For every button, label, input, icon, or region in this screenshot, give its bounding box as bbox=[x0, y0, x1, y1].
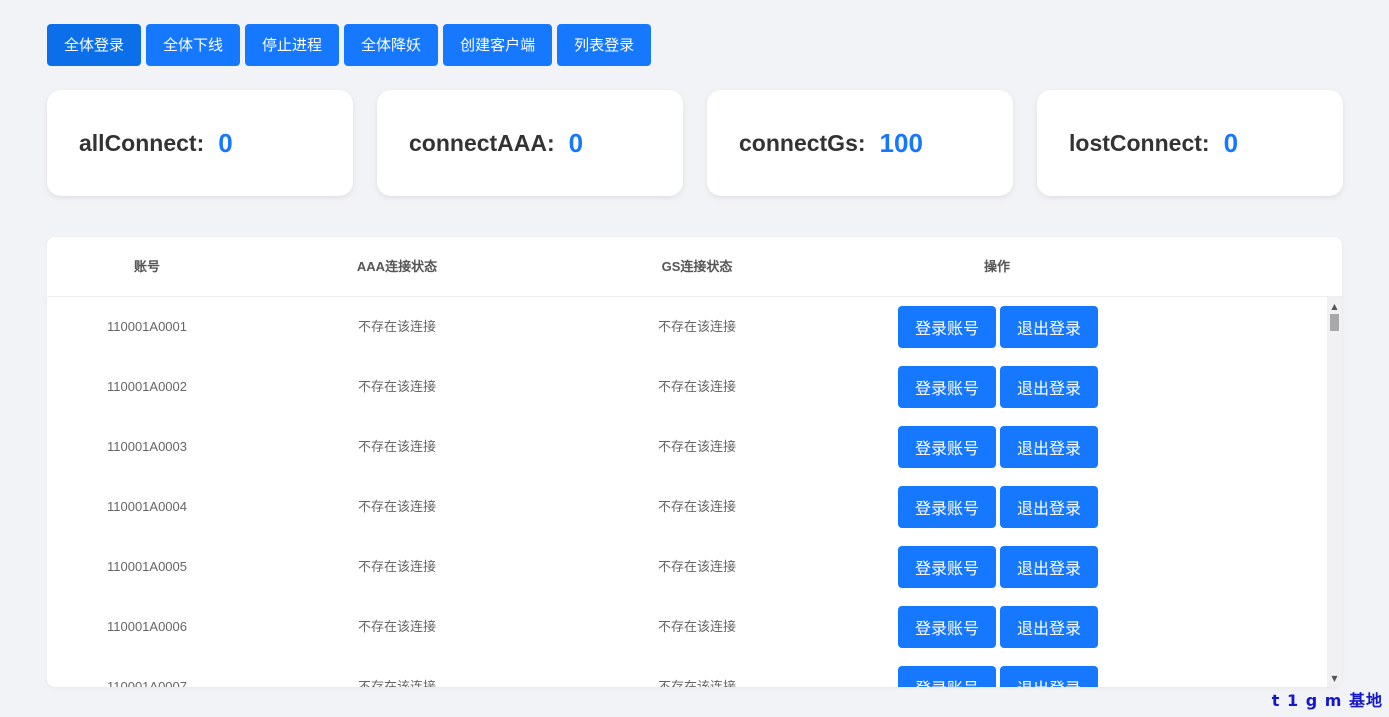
header-account: 账号 bbox=[133, 259, 160, 274]
login-account-button[interactable]: 登录账号 bbox=[898, 426, 996, 468]
cell-gs-status: 不存在该连接 bbox=[657, 679, 736, 687]
list-login-button[interactable]: 列表登录 bbox=[557, 24, 652, 66]
cell-gs-status: 不存在该连接 bbox=[657, 619, 736, 634]
cell-gs-status: 不存在该连接 bbox=[657, 319, 736, 334]
scrollbar-thumb[interactable] bbox=[1330, 314, 1339, 331]
login-account-button[interactable]: 登录账号 bbox=[898, 666, 996, 687]
cell-account: 110001A0006 bbox=[106, 619, 187, 634]
cell-account: 110001A0007 bbox=[106, 679, 187, 687]
cell-gs-status: 不存在该连接 bbox=[657, 379, 736, 394]
create-client-button[interactable]: 创建客户端 bbox=[443, 24, 553, 66]
login-account-button[interactable]: 登录账号 bbox=[898, 546, 996, 588]
table-row: 110001A0005 不存在该连接 不存在该连接 登录账号 退出登录 bbox=[47, 537, 1327, 597]
login-account-button[interactable]: 登录账号 bbox=[898, 486, 996, 528]
stat-value: 0 bbox=[568, 127, 584, 158]
logout-all-button[interactable]: 全体下线 bbox=[146, 24, 241, 66]
cell-account: 110001A0004 bbox=[106, 499, 187, 514]
row-actions: 登录账号 退出登录 bbox=[898, 546, 1098, 588]
logout-account-button[interactable]: 退出登录 bbox=[1000, 546, 1098, 588]
stat-card-lost-connect: lostConnect: 0 bbox=[1037, 90, 1343, 196]
table-row: 110001A0004 不存在该连接 不存在该连接 登录账号 退出登录 bbox=[47, 477, 1327, 537]
stat-card-connect-gs: connectGs: 100 bbox=[707, 90, 1013, 196]
table-row: 110001A0007 不存在该连接 不存在该连接 登录账号 退出登录 bbox=[47, 657, 1327, 687]
stat-label: allConnect: bbox=[79, 129, 205, 156]
row-actions: 登录账号 退出登录 bbox=[898, 366, 1098, 408]
logout-account-button[interactable]: 退出登录 bbox=[1000, 426, 1098, 468]
row-actions: 登录账号 退出登录 bbox=[898, 666, 1098, 687]
subdue-all-button[interactable]: 全体降妖 bbox=[344, 24, 439, 66]
login-account-button[interactable]: 登录账号 bbox=[898, 606, 996, 648]
scroll-down-icon[interactable]: ▼ bbox=[1327, 671, 1342, 685]
toolbar: 全体登录 全体下线 停止进程 全体降妖 创建客户端 列表登录 bbox=[47, 24, 652, 66]
stat-label: connectGs: bbox=[739, 129, 866, 156]
stop-process-button[interactable]: 停止进程 bbox=[245, 24, 340, 66]
login-account-button[interactable]: 登录账号 bbox=[898, 366, 996, 408]
row-actions: 登录账号 退出登录 bbox=[898, 426, 1098, 468]
accounts-table: 账号 AAA连接状态 GS连接状态 操作 110001A0001 不存在该连接 … bbox=[47, 237, 1342, 687]
cell-aaa-status: 不存在该连接 bbox=[357, 619, 436, 634]
cell-account: 110001A0003 bbox=[106, 439, 187, 454]
header-aaa-status: AAA连接状态 bbox=[356, 259, 438, 274]
logout-account-button[interactable]: 退出登录 bbox=[1000, 306, 1098, 348]
table-header: 账号 AAA连接状态 GS连接状态 操作 bbox=[47, 237, 1342, 297]
header-gs-status: GS连接状态 bbox=[661, 259, 733, 274]
row-actions: 登录账号 退出登录 bbox=[898, 606, 1098, 648]
stat-label: connectAAA: bbox=[409, 129, 555, 156]
login-all-button[interactable]: 全体登录 bbox=[47, 24, 142, 66]
cell-account: 110001A0001 bbox=[106, 319, 187, 334]
table-body[interactable]: 110001A0001 不存在该连接 不存在该连接 登录账号 退出登录 1100… bbox=[47, 297, 1327, 687]
row-actions: 登录账号 退出登录 bbox=[898, 306, 1098, 348]
cell-gs-status: 不存在该连接 bbox=[657, 439, 736, 454]
cell-aaa-status: 不存在该连接 bbox=[357, 319, 436, 334]
cell-account: 110001A0002 bbox=[106, 379, 187, 394]
watermark: t 1 g m 基地 bbox=[1271, 691, 1383, 710]
stat-value: 0 bbox=[218, 127, 233, 158]
cell-gs-status: 不存在该连接 bbox=[657, 559, 736, 574]
logout-account-button[interactable]: 退出登录 bbox=[1000, 666, 1098, 687]
scroll-up-icon[interactable]: ▲ bbox=[1327, 299, 1342, 313]
table-row: 110001A0006 不存在该连接 不存在该连接 登录账号 退出登录 bbox=[47, 597, 1327, 657]
stat-card-connect-aaa: connectAAA: 0 bbox=[377, 90, 683, 196]
stat-card-all-connect: allConnect: 0 bbox=[47, 90, 353, 196]
cell-aaa-status: 不存在该连接 bbox=[357, 379, 436, 394]
table-row: 110001A0003 不存在该连接 不存在该连接 登录账号 退出登录 bbox=[47, 417, 1327, 477]
stat-value: 100 bbox=[879, 127, 923, 158]
table-scrollbar[interactable]: ▲ ▼ bbox=[1327, 297, 1342, 687]
cell-aaa-status: 不存在该连接 bbox=[357, 439, 436, 454]
row-actions: 登录账号 退出登录 bbox=[898, 486, 1098, 528]
logout-account-button[interactable]: 退出登录 bbox=[1000, 366, 1098, 408]
cell-aaa-status: 不存在该连接 bbox=[357, 499, 436, 514]
table-row: 110001A0002 不存在该连接 不存在该连接 登录账号 退出登录 bbox=[47, 357, 1327, 417]
logout-account-button[interactable]: 退出登录 bbox=[1000, 486, 1098, 528]
cell-aaa-status: 不存在该连接 bbox=[357, 679, 436, 687]
table-row: 110001A0001 不存在该连接 不存在该连接 登录账号 退出登录 bbox=[47, 297, 1327, 357]
header-actions: 操作 bbox=[983, 259, 1010, 274]
cell-gs-status: 不存在该连接 bbox=[657, 499, 736, 514]
stat-label: lostConnect: bbox=[1069, 129, 1210, 156]
stat-value: 0 bbox=[1223, 127, 1239, 158]
cell-account: 110001A0005 bbox=[106, 559, 187, 574]
logout-account-button[interactable]: 退出登录 bbox=[1000, 606, 1098, 648]
login-account-button[interactable]: 登录账号 bbox=[898, 306, 996, 348]
stats-cards: allConnect: 0 connectAAA: 0 connectGs: 1… bbox=[47, 90, 1343, 196]
cell-aaa-status: 不存在该连接 bbox=[357, 559, 436, 574]
